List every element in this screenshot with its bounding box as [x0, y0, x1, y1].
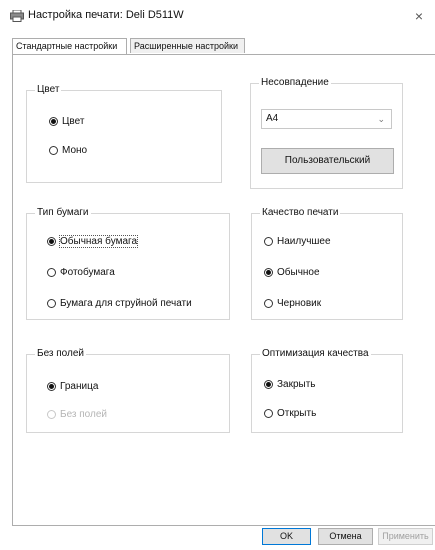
- radio-unchecked-icon: [264, 237, 273, 246]
- radio-mono-label: Моно: [62, 145, 88, 156]
- radio-unchecked-icon: [47, 299, 56, 308]
- paper-size-select[interactable]: A4 ⌄: [261, 109, 392, 129]
- radio-opt-close-label: Закрыть: [277, 379, 316, 390]
- group-color-title: Цвет: [35, 84, 62, 96]
- radio-borderless: Без полей: [47, 409, 107, 420]
- radio-unchecked-icon: [264, 299, 273, 308]
- radio-opt-open-label: Открыть: [277, 408, 317, 419]
- radio-plain-paper[interactable]: Обычная бумага: [47, 235, 139, 248]
- printer-icon: [10, 10, 24, 22]
- group-mismatch: Несовпадение A4 ⌄ Пользовательский: [250, 77, 403, 189]
- radio-color-label: Цвет: [62, 116, 85, 127]
- group-paper-type: Тип бумаги Обычная бумага Фотобумага Бум…: [26, 207, 230, 320]
- group-print-quality-title: Качество печати: [260, 207, 341, 219]
- radio-checked-icon: [264, 268, 273, 277]
- radio-color[interactable]: Цвет: [49, 116, 84, 127]
- radio-checked-icon: [47, 237, 56, 246]
- radio-opt-open[interactable]: Открыть: [264, 408, 316, 419]
- group-print-quality: Качество печати Наилучшее Обычное Чернов…: [251, 207, 403, 320]
- window-title: Настройка печати: Deli D511W: [28, 9, 184, 21]
- radio-border-label: Граница: [60, 381, 99, 392]
- radio-quality-normal[interactable]: Обычное: [264, 267, 320, 278]
- radio-quality-best-label: Наилучшее: [277, 236, 331, 247]
- radio-borderless-label: Без полей: [60, 409, 108, 420]
- radio-inkjet-paper[interactable]: Бумага для струйной печати: [47, 298, 192, 309]
- radio-checked-icon: [264, 380, 273, 389]
- radio-photo-paper[interactable]: Фотобумага: [47, 267, 115, 278]
- close-button[interactable]: ×: [407, 4, 431, 28]
- radio-opt-close[interactable]: Закрыть: [264, 379, 316, 390]
- group-quality-optimization: Оптимизация качества Закрыть Открыть: [251, 348, 403, 433]
- group-borderless: Без полей Граница Без полей: [26, 348, 230, 433]
- group-borderless-title: Без полей: [35, 348, 87, 360]
- ok-button[interactable]: OK: [262, 528, 311, 545]
- radio-unchecked-icon: [49, 146, 58, 155]
- radio-photo-paper-label: Фотобумага: [60, 267, 115, 278]
- radio-mono[interactable]: Моно: [49, 145, 87, 156]
- radio-quality-draft-label: Черновик: [277, 298, 322, 309]
- group-paper-type-title: Тип бумаги: [35, 207, 91, 219]
- title-bar: Настройка печати: Deli D511W ×: [0, 0, 435, 32]
- paper-size-value: A4: [266, 113, 279, 124]
- radio-unchecked-icon: [264, 409, 273, 418]
- radio-plain-paper-label: Обычная бумага: [58, 235, 139, 248]
- group-color: Цвет Цвет Моно: [26, 84, 222, 183]
- tab-advanced-settings[interactable]: Расширенные настройки: [130, 38, 245, 53]
- radio-checked-icon: [49, 117, 58, 126]
- group-mismatch-title: Несовпадение: [259, 77, 331, 89]
- radio-disabled-icon: [47, 410, 56, 419]
- radio-unchecked-icon: [47, 268, 56, 277]
- group-quality-optimization-title: Оптимизация качества: [260, 348, 371, 360]
- custom-size-button[interactable]: Пользовательский: [261, 148, 394, 174]
- radio-inkjet-paper-label: Бумага для струйной печати: [60, 298, 192, 309]
- cancel-button[interactable]: Отмена: [318, 528, 373, 545]
- radio-checked-icon: [47, 382, 56, 391]
- radio-quality-normal-label: Обычное: [277, 267, 320, 278]
- radio-quality-best[interactable]: Наилучшее: [264, 236, 331, 247]
- chevron-down-icon: ⌄: [377, 114, 385, 124]
- apply-button: Применить: [378, 528, 433, 545]
- settings-panel: Цвет Цвет Моно Несовпадение A4 ⌄ Пользов…: [12, 54, 435, 526]
- radio-border[interactable]: Граница: [47, 381, 98, 392]
- radio-quality-draft[interactable]: Черновик: [264, 298, 321, 309]
- tab-standard-settings[interactable]: Стандартные настройки: [12, 38, 127, 54]
